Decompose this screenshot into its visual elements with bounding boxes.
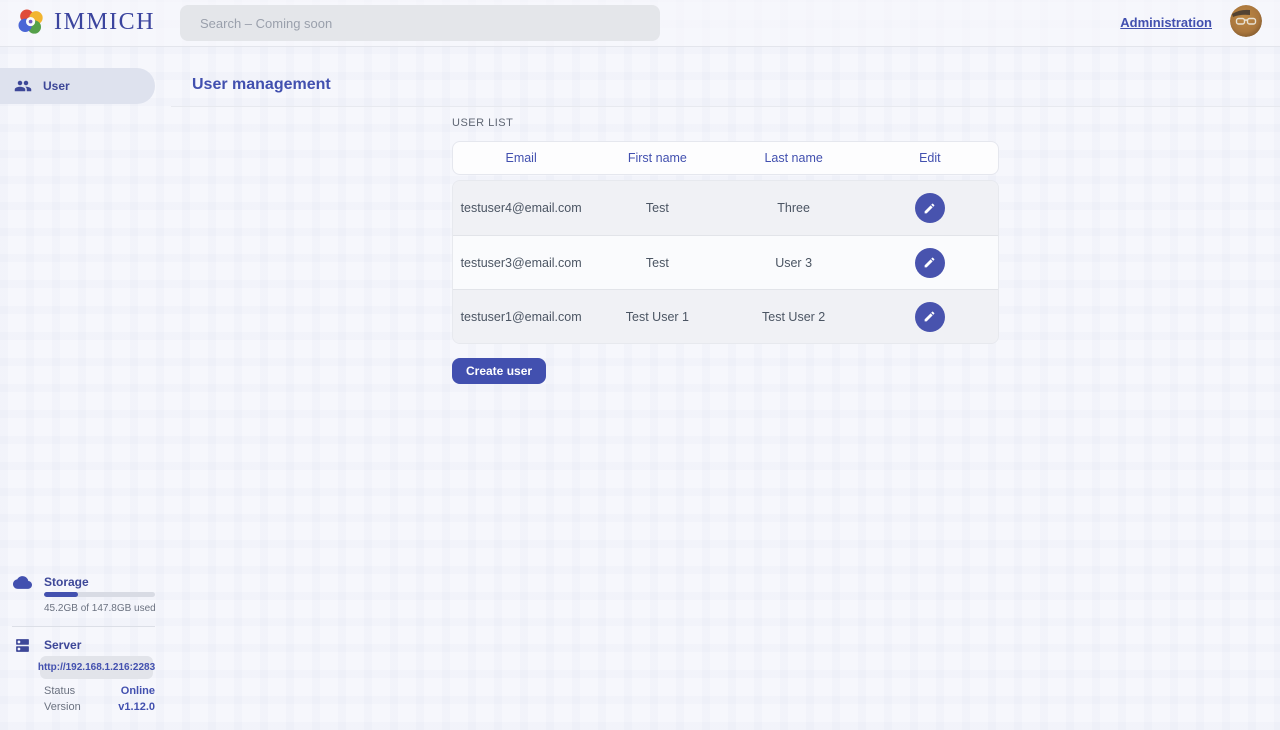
server-version-value: v1.12.0	[118, 701, 155, 713]
user-table-header: Email First name Last name Edit	[452, 141, 999, 175]
server-status-label: Status	[44, 685, 75, 697]
table-row: testuser4@email.com Test Three	[453, 181, 998, 235]
immich-logo[interactable]: IMMICH	[16, 7, 155, 37]
server-status-value: Online	[121, 685, 155, 697]
pencil-icon	[923, 256, 936, 269]
storage-title: Storage	[44, 575, 89, 589]
table-row: testuser3@email.com Test User 3	[453, 235, 998, 289]
column-header-edit: Edit	[862, 151, 998, 165]
user-email: testuser3@email.com	[453, 256, 589, 270]
top-header: IMMICH Administration	[0, 0, 1280, 47]
storage-progress-bar	[44, 592, 155, 597]
page-title: User management	[192, 76, 331, 94]
cloud-icon	[13, 573, 32, 592]
column-header-last-name: Last name	[726, 151, 862, 165]
immich-admin-app: IMMICH Administration	[0, 0, 1280, 730]
user-last-name: Test User 2	[726, 310, 862, 324]
immich-flower-icon	[16, 7, 46, 37]
sidebar-divider	[12, 626, 155, 627]
user-table: testuser4@email.com Test Three testuser3…	[452, 180, 999, 344]
server-version-label: Version	[44, 701, 81, 713]
search-input[interactable]	[180, 5, 660, 41]
server-status-row: Status Online	[44, 685, 155, 697]
storage-progress-fill	[44, 592, 78, 597]
server-version-row: Version v1.12.0	[44, 701, 155, 713]
logo-wordmark: IMMICH	[54, 9, 155, 36]
sidebar-item-user-label: User	[43, 79, 70, 93]
administration-link[interactable]: Administration	[1120, 15, 1212, 30]
user-avatar[interactable]	[1230, 5, 1262, 37]
pencil-icon	[923, 202, 936, 215]
group-icon	[14, 77, 32, 95]
user-last-name: Three	[726, 201, 862, 215]
column-header-first-name: First name	[589, 151, 725, 165]
user-email: testuser1@email.com	[453, 310, 589, 324]
server-title: Server	[44, 638, 81, 652]
table-row: testuser1@email.com Test User 1 Test Use…	[453, 289, 998, 343]
pencil-icon	[923, 310, 936, 323]
edit-user-button[interactable]	[915, 193, 945, 223]
storage-usage-caption: 45.2GB of 147.8GB used	[44, 603, 156, 614]
column-header-email: Email	[453, 151, 589, 165]
content-divider	[171, 106, 1280, 107]
avatar-image	[1230, 5, 1262, 37]
dns-server-icon	[14, 637, 31, 654]
user-email: testuser4@email.com	[453, 201, 589, 215]
sidebar-item-user[interactable]: User	[0, 68, 155, 104]
user-last-name: User 3	[726, 256, 862, 270]
server-url-badge: http://192.168.1.216:2283	[40, 656, 153, 679]
edit-user-button[interactable]	[915, 302, 945, 332]
create-user-button[interactable]: Create user	[452, 358, 546, 384]
user-first-name: Test	[589, 201, 725, 215]
user-first-name: Test User 1	[589, 310, 725, 324]
user-list-section-label: USER LIST	[452, 117, 513, 129]
user-first-name: Test	[589, 256, 725, 270]
edit-user-button[interactable]	[915, 248, 945, 278]
